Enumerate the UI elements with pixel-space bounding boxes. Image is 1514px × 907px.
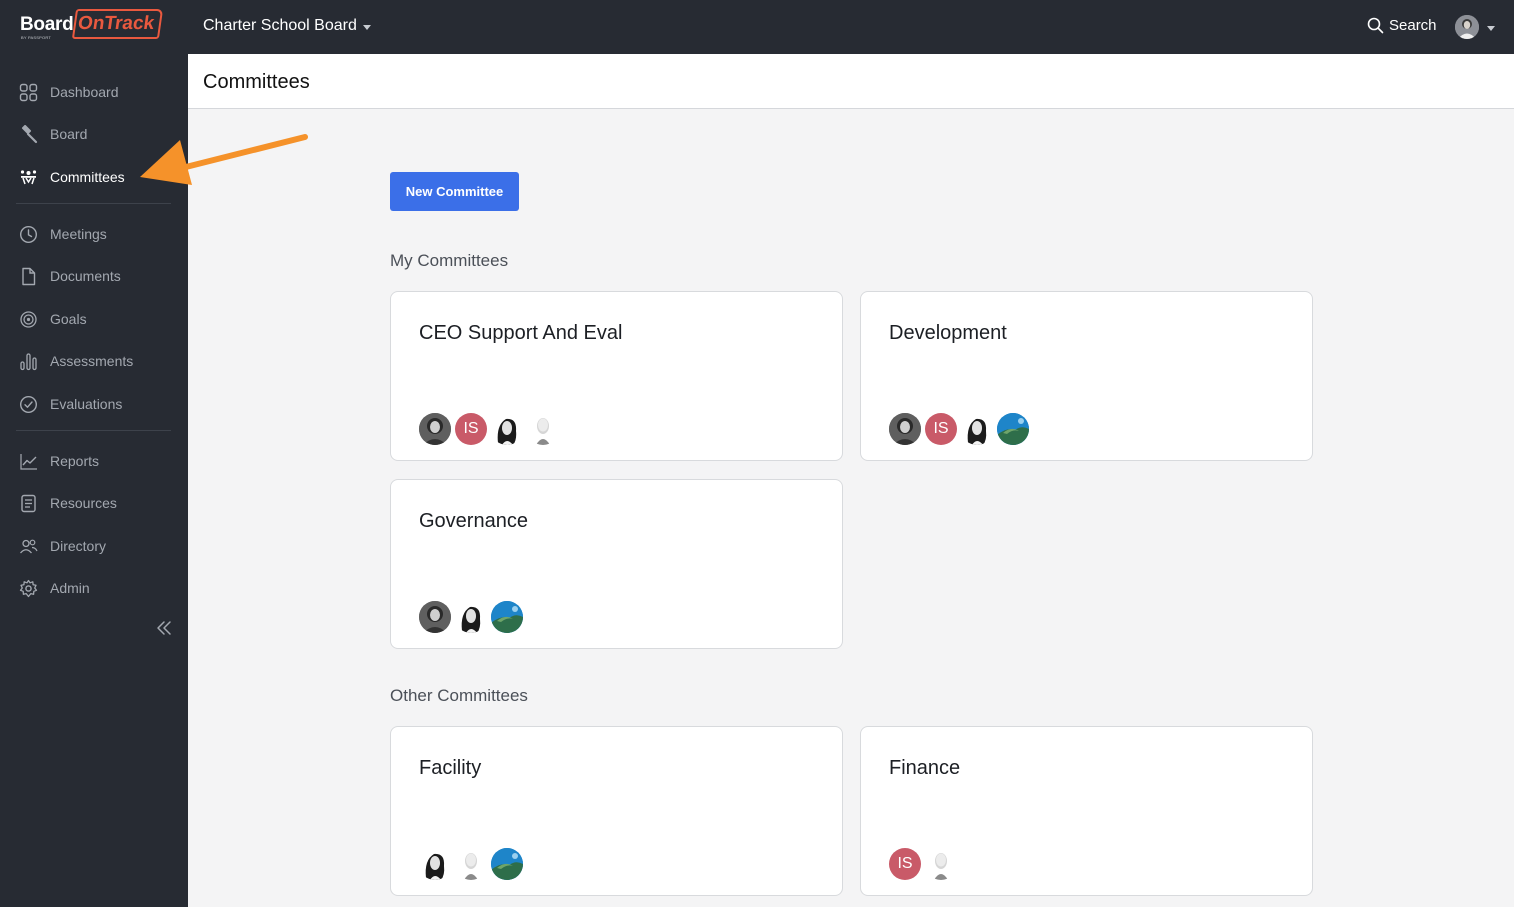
avatar xyxy=(997,413,1029,445)
avatar xyxy=(419,848,451,880)
member-avatars xyxy=(419,601,523,633)
sidebar-item-label: Resources xyxy=(50,495,117,511)
avatar xyxy=(889,413,921,445)
logo-tagline: BY PASSPORT xyxy=(21,35,51,40)
member-avatars: IS xyxy=(419,413,559,445)
sidebar-item-dashboard[interactable]: Dashboard xyxy=(19,81,119,103)
committee-card[interactable]: Finance IS xyxy=(860,726,1313,896)
committee-name: Governance xyxy=(419,510,528,532)
sidebar-item-label: Goals xyxy=(50,311,87,327)
logo-ontrack-text: OnTrack xyxy=(72,9,164,39)
avatar: IS xyxy=(455,413,487,445)
sidebar-item-meetings[interactable]: Meetings xyxy=(19,223,107,245)
nav-divider xyxy=(16,203,171,204)
page-title: Committees xyxy=(203,71,310,93)
logo[interactable]: Board OnTrack BY PASSPORT xyxy=(20,9,164,40)
avatar xyxy=(491,601,523,633)
avatar xyxy=(455,848,487,880)
member-avatars xyxy=(419,848,523,880)
sidebar-item-label: Documents xyxy=(50,268,121,284)
avatar xyxy=(961,413,993,445)
gavel-icon xyxy=(21,124,38,143)
logo-board-text: Board xyxy=(20,14,74,35)
sidebar-item-label: Directory xyxy=(50,538,107,554)
committee-card[interactable]: Facility xyxy=(390,726,843,896)
avatar xyxy=(419,601,451,633)
collapse-sidebar-icon[interactable] xyxy=(155,620,173,636)
search-icon xyxy=(1367,17,1384,34)
member-avatars: IS xyxy=(889,848,957,880)
avatar: IS xyxy=(925,413,957,445)
chevron-down-icon xyxy=(1487,25,1495,31)
sidebar-item-board[interactable]: Board xyxy=(19,123,87,145)
avatar xyxy=(491,848,523,880)
list-document-icon xyxy=(21,494,36,512)
clock-icon xyxy=(19,225,38,243)
avatar xyxy=(925,848,957,880)
page-header: Committees xyxy=(188,54,1514,109)
chevron-down-icon xyxy=(362,24,371,30)
avatar xyxy=(1455,15,1479,39)
sidebar-item-directory[interactable]: Directory xyxy=(19,535,106,557)
section-title-my-committees: My Committees xyxy=(390,251,509,270)
gear-icon xyxy=(19,579,38,597)
document-icon xyxy=(22,267,36,285)
committee-icon xyxy=(20,169,37,184)
org-switcher[interactable]: Charter School Board xyxy=(203,17,371,35)
bar-chart-icon xyxy=(20,352,37,370)
grid-icon xyxy=(19,83,38,101)
sidebar-item-documents[interactable]: Documents xyxy=(19,265,121,287)
committee-card[interactable]: CEO Support And Eval IS xyxy=(390,291,843,461)
committee-name: Finance xyxy=(889,757,961,779)
new-committee-button[interactable]: New Committee xyxy=(390,172,519,211)
sidebar-item-label: Meetings xyxy=(50,226,107,242)
sidebar-item-label: Committees xyxy=(50,169,125,185)
sidebar-item-evaluations[interactable]: Evaluations xyxy=(19,393,122,415)
people-icon xyxy=(20,539,38,553)
annotation-arrow-icon xyxy=(140,134,308,185)
org-name: Charter School Board xyxy=(203,17,357,34)
avatar xyxy=(527,413,559,445)
sidebar-item-label: Evaluations xyxy=(50,396,123,412)
committee-name: CEO Support And Eval xyxy=(419,322,623,344)
committee-card[interactable]: Development IS xyxy=(860,291,1313,461)
search-label: Search xyxy=(1389,17,1437,34)
sidebar-item-admin[interactable]: Admin xyxy=(19,577,90,599)
avatar xyxy=(455,601,487,633)
sidebar-item-reports[interactable]: Reports xyxy=(19,450,99,472)
target-icon xyxy=(20,310,37,328)
sidebar-item-goals[interactable]: Goals xyxy=(19,308,87,330)
committee-name: Facility xyxy=(419,757,482,779)
line-chart-icon xyxy=(20,453,37,470)
sidebar-item-assessments[interactable]: Assessments xyxy=(19,350,133,372)
check-circle-icon xyxy=(19,395,38,413)
avatar xyxy=(419,413,451,445)
member-avatars: IS xyxy=(889,413,1029,445)
section-title-other-committees: Other Committees xyxy=(390,686,528,705)
committee-card[interactable]: Governance xyxy=(390,479,843,649)
sidebar-item-label: Reports xyxy=(50,453,100,469)
sidebar-item-committees[interactable]: Committees xyxy=(19,166,125,188)
sidebar-item-label: Admin xyxy=(50,580,90,596)
sidebar-item-label: Dashboard xyxy=(50,84,119,100)
avatar: IS xyxy=(889,848,921,880)
top-bar: Board OnTrack BY PASSPORT Charter School… xyxy=(0,0,1514,54)
sidebar-item-label: Assessments xyxy=(50,353,134,369)
sidebar-item-label: Board xyxy=(50,126,88,142)
user-menu[interactable] xyxy=(1455,15,1495,39)
nav-divider xyxy=(16,430,171,431)
search-button[interactable]: Search xyxy=(1367,17,1437,34)
committee-name: Development xyxy=(889,322,1007,344)
avatar xyxy=(491,413,523,445)
sidebar-item-resources[interactable]: Resources xyxy=(19,492,117,514)
